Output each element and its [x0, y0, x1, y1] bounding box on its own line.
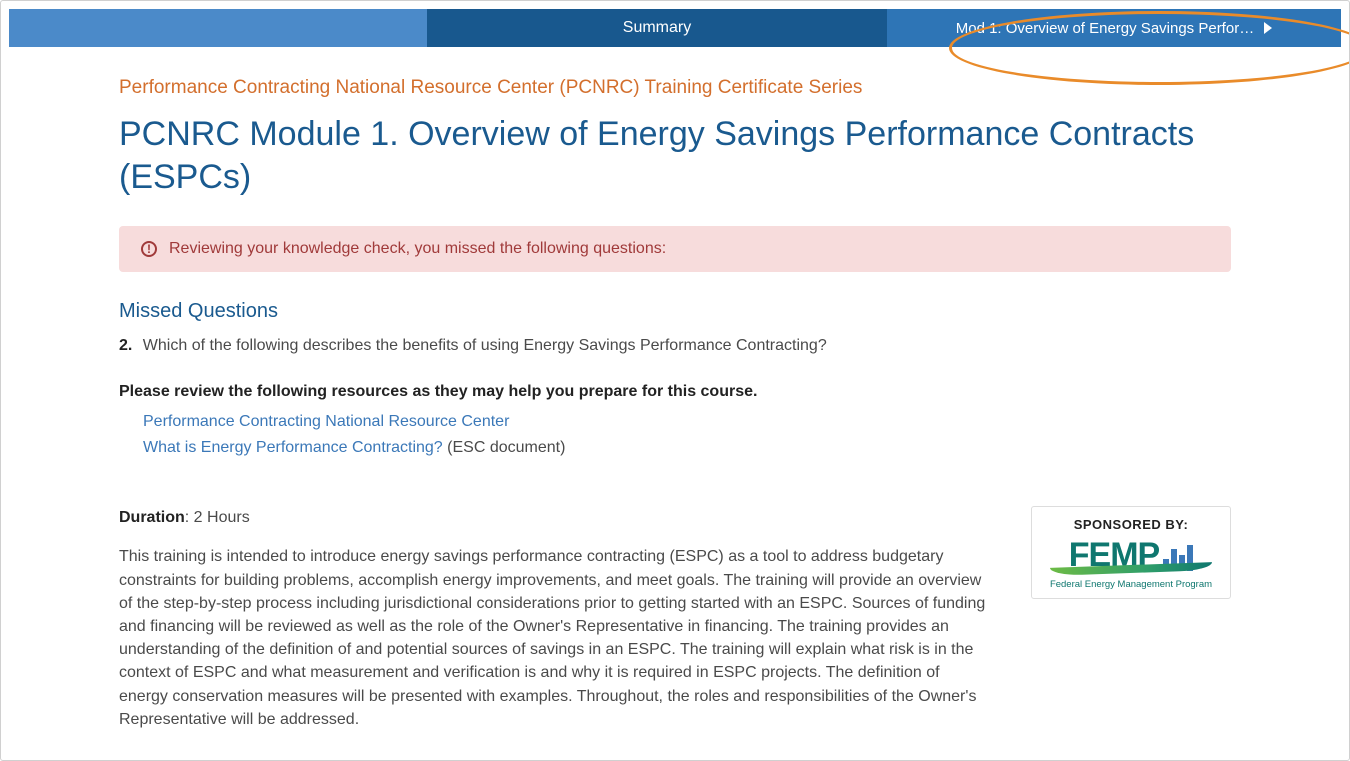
missed-heading: Missed Questions [119, 300, 1231, 323]
sponsor-label: SPONSORED BY: [1040, 517, 1222, 532]
resource-item: What is Energy Performance Contracting? … [143, 435, 1231, 461]
resource-item: Performance Contracting National Resourc… [143, 409, 1231, 435]
nav-prev[interactable] [9, 9, 427, 47]
nav-next-label: Mod 1: Overview of Energy Savings Perfor… [956, 20, 1254, 37]
nav-current-tab[interactable]: Summary [427, 9, 887, 47]
top-nav: Summary Mod 1: Overview of Energy Saving… [9, 9, 1341, 47]
alert-text: Reviewing your knowledge check, you miss… [169, 240, 666, 258]
page-title: PCNRC Module 1. Overview of Energy Savin… [119, 113, 1231, 198]
main-content: Performance Contracting National Resourc… [9, 47, 1341, 731]
alert-banner: ! Reviewing your knowledge check, you mi… [119, 226, 1231, 272]
nav-next-tab[interactable]: Mod 1: Overview of Energy Savings Perfor… [887, 9, 1341, 47]
alert-icon: ! [141, 241, 157, 257]
body-row: Duration: 2 Hours This training is inten… [119, 506, 1231, 731]
missed-question: 2. Which of the following describes the … [119, 337, 1231, 355]
femp-logo: FEMP [1040, 536, 1222, 575]
description-paragraph: This training is intended to introduce e… [119, 545, 991, 731]
chevron-right-icon [1262, 22, 1272, 34]
sponsor-box: SPONSORED BY: FEMP Federal Energy Manage… [1031, 506, 1231, 599]
series-title: Performance Contracting National Resourc… [119, 77, 1231, 99]
resource-link[interactable]: Performance Contracting National Resourc… [143, 413, 509, 430]
duration-line: Duration: 2 Hours [119, 506, 991, 529]
question-text: Which of the following describes the ben… [143, 337, 827, 354]
duration-label: Duration [119, 509, 185, 526]
sponsor-subtitle: Federal Energy Management Program [1040, 579, 1222, 590]
question-number: 2. [119, 337, 132, 354]
resource-suffix: (ESC document) [447, 439, 565, 456]
duration-value: : 2 Hours [185, 509, 250, 526]
app-frame: Summary Mod 1: Overview of Energy Saving… [0, 0, 1350, 761]
review-intro: Please review the following resources as… [119, 383, 1231, 401]
nav-current-label: Summary [623, 19, 691, 37]
resource-list: Performance Contracting National Resourc… [119, 409, 1231, 460]
body-text: Duration: 2 Hours This training is inten… [119, 506, 991, 731]
resource-link[interactable]: What is Energy Performance Contracting? [143, 439, 443, 456]
